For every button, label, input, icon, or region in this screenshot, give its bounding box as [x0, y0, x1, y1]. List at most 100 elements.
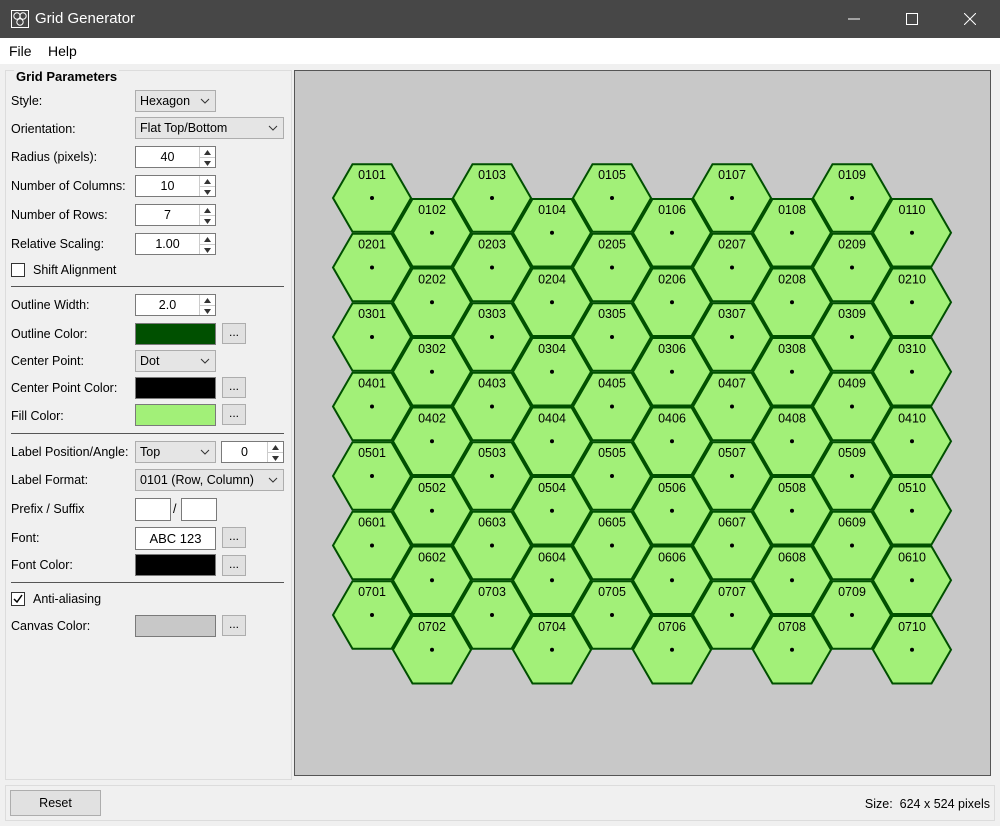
hex-label: 0504 [538, 481, 566, 495]
spin-up-icon[interactable] [200, 147, 215, 157]
columns-spinbox[interactable]: 10 [135, 175, 216, 197]
spin-down-icon[interactable] [200, 215, 215, 226]
hex-center-dot [850, 543, 854, 548]
font-color-picker-button[interactable]: ... [222, 555, 246, 576]
hex-label: 0309 [838, 307, 866, 321]
label-position-select[interactable]: Top [135, 441, 216, 463]
fill-color-picker-button[interactable]: ... [222, 404, 246, 425]
hex-label: 0303 [478, 307, 506, 321]
hex-center-dot [790, 647, 794, 652]
canvas-color-swatch[interactable] [135, 615, 216, 637]
minimize-button[interactable] [825, 0, 883, 38]
hex-center-dot [550, 369, 554, 374]
anti-aliasing-label: Anti-aliasing [33, 592, 102, 606]
hex-center-dot [730, 196, 734, 200]
hex-label: 0305 [598, 307, 626, 321]
window-title: Grid Generator [35, 10, 136, 27]
hex-center-dot [610, 613, 614, 617]
hex-center-dot [790, 369, 794, 374]
hex-center-dot [610, 196, 614, 200]
outline-color-picker-button[interactable]: ... [222, 323, 246, 344]
label-format-label: Label Format: [11, 473, 89, 487]
hex-center-dot [370, 613, 374, 617]
spin-down-icon[interactable] [200, 157, 215, 168]
font-picker-button[interactable]: ... [222, 527, 246, 548]
menu-bar: File Help [0, 38, 1000, 64]
hex-center-dot [850, 404, 854, 409]
outline-width-spinbox[interactable]: 2.0 [135, 294, 216, 316]
style-select[interactable]: Hexagon [135, 90, 216, 112]
hex-label: 0506 [658, 481, 686, 495]
hex-label: 0503 [478, 446, 506, 460]
hex-label: 0605 [598, 516, 626, 530]
label-position-label: Label Position/Angle: [11, 445, 129, 459]
close-icon [964, 13, 976, 25]
spin-up-icon[interactable] [200, 176, 215, 186]
fill-color-swatch[interactable] [135, 404, 216, 426]
hex-center-dot [850, 613, 854, 617]
checkmark-icon [13, 594, 23, 604]
hex-center-dot [850, 335, 854, 339]
hex-label: 0207 [718, 238, 746, 252]
center-color-swatch[interactable] [135, 377, 216, 399]
rows-value: 7 [164, 208, 171, 222]
menu-help[interactable]: Help [48, 43, 77, 59]
fill-color-label: Fill Color: [11, 409, 64, 423]
canvas-color-picker-button[interactable]: ... [222, 615, 246, 636]
hex-label: 0103 [478, 168, 506, 182]
hex-label: 0106 [658, 203, 686, 217]
grid-canvas[interactable]: 0101 0102 0103 0104 0105 0106 0107 0108 0109 0110… [294, 70, 991, 776]
menu-file[interactable]: File [9, 43, 32, 59]
minimize-icon [848, 18, 860, 20]
hex-center-dot [550, 230, 554, 235]
spin-up-icon[interactable] [268, 442, 283, 452]
close-button[interactable] [941, 0, 999, 38]
hex-center-dot [490, 543, 494, 548]
center-color-picker-button[interactable]: ... [222, 377, 246, 398]
label-position-value: Top [140, 445, 161, 459]
hex-label: 0310 [898, 342, 926, 356]
hex-label: 0608 [778, 550, 806, 564]
hex-center-dot [430, 439, 434, 444]
spin-down-icon[interactable] [200, 186, 215, 197]
orientation-select[interactable]: Flat Top/Bottom [135, 117, 284, 139]
hex-center-dot [370, 335, 374, 339]
hex-label: 0505 [598, 446, 626, 460]
hex-center-dot [610, 265, 614, 270]
suffix-input[interactable] [181, 498, 217, 521]
radius-spinbox[interactable]: 40 [135, 146, 216, 168]
rows-spinbox[interactable]: 7 [135, 204, 216, 226]
spin-down-icon[interactable] [268, 452, 283, 463]
spin-down-icon[interactable] [200, 305, 215, 316]
hex-center-dot [370, 543, 374, 548]
spin-up-icon[interactable] [200, 295, 215, 305]
prefix-suffix-separator: / [173, 502, 177, 516]
center-point-select[interactable]: Dot [135, 350, 216, 372]
rows-label: Number of Rows: [11, 208, 108, 222]
prefix-input[interactable] [135, 498, 171, 521]
outline-color-swatch[interactable] [135, 323, 216, 345]
divider [11, 433, 284, 434]
scaling-label: Relative Scaling: [11, 237, 105, 251]
hex-label: 0301 [358, 307, 386, 321]
hex-label: 0202 [418, 272, 446, 286]
hex-label: 0209 [838, 238, 866, 252]
reset-button[interactable]: Reset [10, 790, 101, 816]
spin-down-icon[interactable] [200, 244, 215, 255]
center-point-value: Dot [140, 354, 160, 368]
hex-center-dot [670, 300, 674, 305]
hex-center-dot [430, 230, 434, 235]
spin-up-icon[interactable] [200, 205, 215, 215]
spin-up-icon[interactable] [200, 234, 215, 244]
radius-value: 40 [160, 150, 175, 164]
maximize-button[interactable] [883, 0, 941, 38]
hex-center-dot [490, 196, 494, 200]
scaling-spinbox[interactable]: 1.00 [135, 233, 216, 255]
anti-aliasing-checkbox[interactable] [11, 592, 25, 606]
label-angle-spinbox[interactable]: 0 [221, 441, 284, 463]
label-format-select[interactable]: 0101 (Row, Column) [135, 469, 284, 491]
shift-alignment-checkbox[interactable] [11, 263, 25, 277]
font-color-swatch[interactable] [135, 554, 216, 576]
hex-label: 0703 [478, 585, 506, 599]
size-value: 624 x 524 pixels [899, 797, 990, 811]
